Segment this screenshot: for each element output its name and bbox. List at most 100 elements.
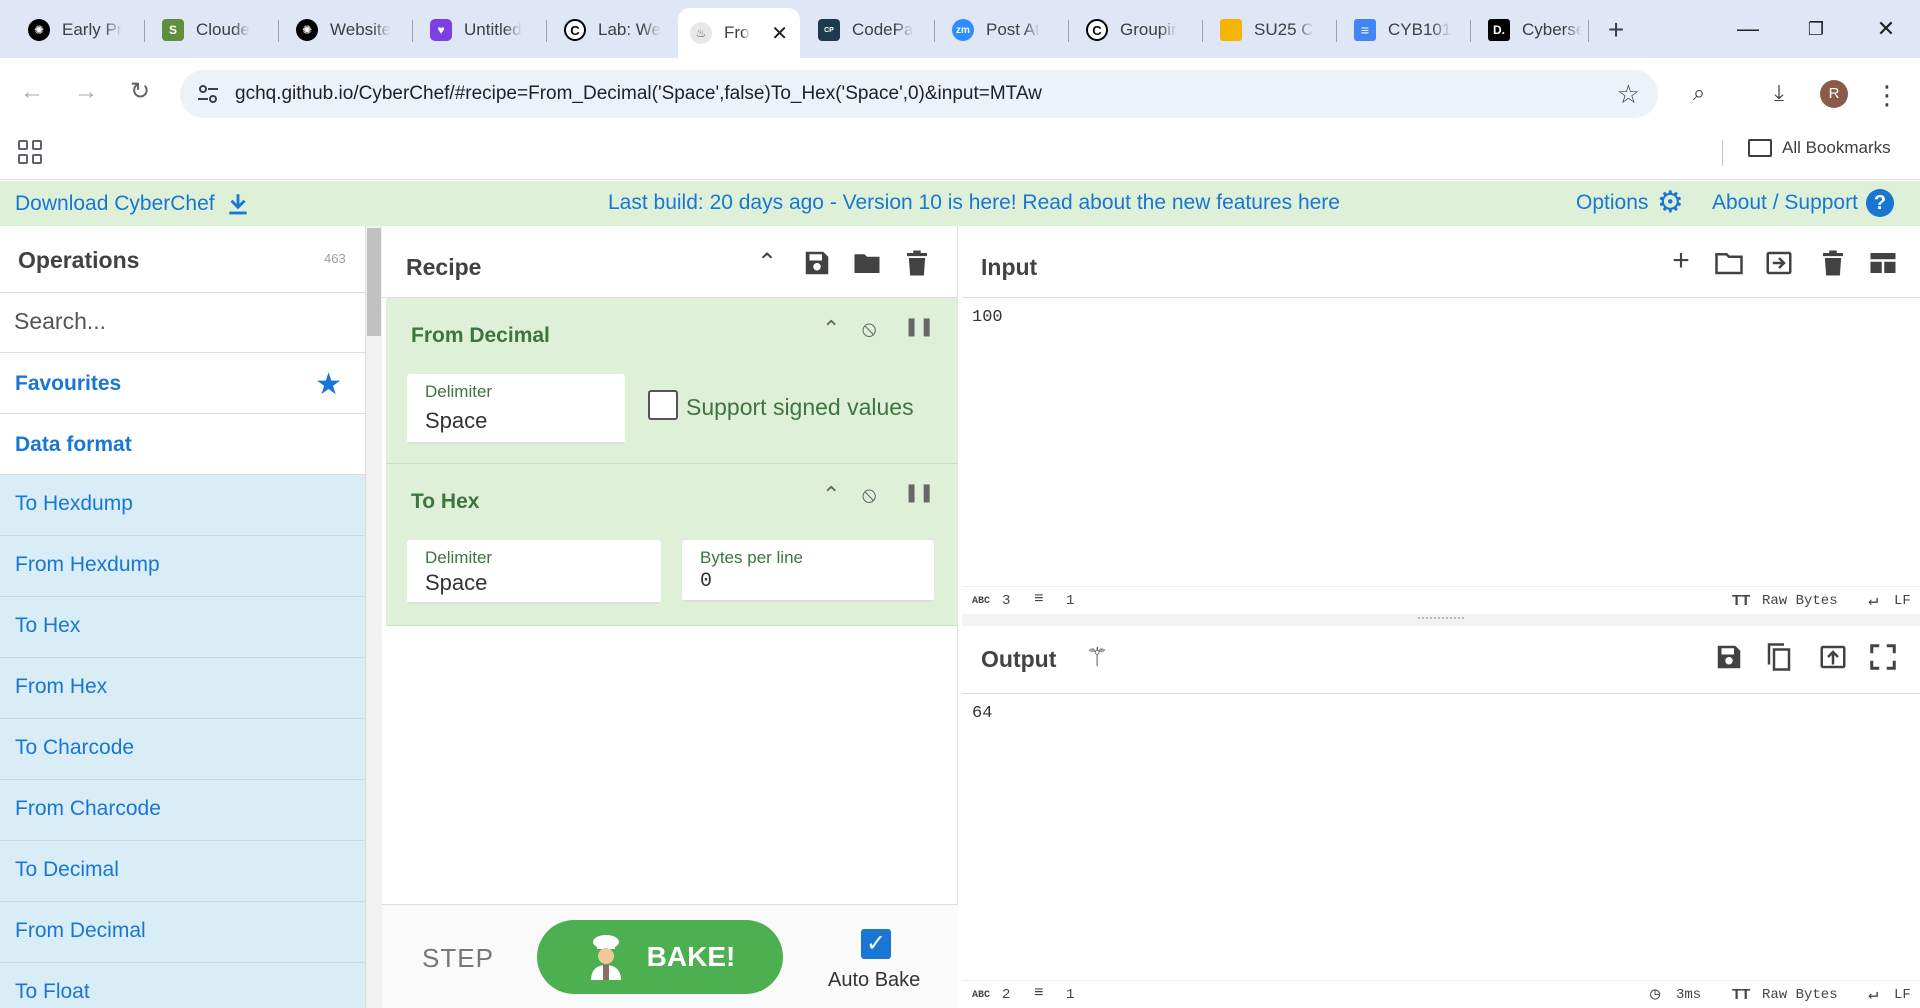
operations-scrollbar[interactable] — [366, 226, 382, 1008]
recipe-op-from-decimal[interactable]: From Decimal ⌃ ⦸ ❚❚ Delimiter Space Supp… — [386, 298, 958, 464]
op-to-hex[interactable]: To Hex — [0, 597, 365, 658]
tab-groupir[interactable]: C Groupir — [1074, 10, 1200, 50]
tab-early-pr[interactable]: ✺ Early Pr — [16, 10, 142, 50]
clear-recipe-trash-icon[interactable] — [902, 248, 932, 278]
address-bar[interactable]: gchq.github.io/CyberChef/#recipe=From_De… — [180, 70, 1658, 118]
op-to-charcode[interactable]: To Charcode — [0, 719, 365, 780]
replace-input-icon[interactable] — [1818, 642, 1848, 672]
tab-lab[interactable]: C Lab: We — [552, 10, 678, 50]
encoding-icon[interactable]: TT — [1732, 592, 1750, 609]
layout-icon[interactable] — [1868, 248, 1898, 278]
restore-icon[interactable]: ❐ — [1796, 12, 1836, 46]
slides-icon — [1220, 19, 1242, 41]
avatar[interactable]: R — [1820, 80, 1848, 108]
op-from-charcode[interactable]: From Charcode — [0, 780, 365, 841]
tab-codepa[interactable]: CP CodePa — [806, 10, 932, 50]
save-output-icon[interactable] — [1714, 642, 1744, 672]
new-tab-icon[interactable]: + — [1600, 14, 1632, 46]
input-char-count: 3 — [1002, 593, 1011, 609]
tab-post-at[interactable]: zm Post At — [940, 10, 1066, 50]
site-settings-icon[interactable] — [196, 82, 220, 106]
lens-search-icon[interactable]: ⌕ — [1684, 80, 1714, 110]
tab-cyberchef-active[interactable]: ♨ Fro ✕ — [678, 8, 800, 58]
pause-icon[interactable]: ❚❚ — [904, 316, 934, 337]
tab-label: SU25 C — [1254, 20, 1314, 39]
save-recipe-icon[interactable] — [802, 248, 832, 278]
input-status-bar: ABC 3 ≡ 1 TT Raw Bytes ↵ LF — [962, 586, 1920, 614]
input-textarea[interactable]: 100 — [972, 308, 1003, 327]
download-cyberchef-link[interactable]: Download CyberChef — [15, 191, 251, 217]
char-count-icon: ABC — [972, 596, 991, 607]
disable-icon[interactable]: ⦸ — [862, 316, 876, 342]
tab-label: Early Pr — [62, 20, 123, 39]
category-data-format[interactable]: Data format — [0, 414, 365, 475]
chevron-up-icon[interactable]: ⌃ — [752, 248, 782, 278]
input-title: Input — [981, 254, 1038, 280]
pause-icon[interactable]: ❚❚ — [904, 482, 934, 503]
search-input[interactable] — [0, 293, 340, 349]
options-button[interactable]: Options ⚙ — [1576, 188, 1684, 218]
input-encoding[interactable]: Raw Bytes — [1762, 593, 1838, 609]
download-icon[interactable]: ⤓ — [1764, 80, 1794, 110]
encoding-icon[interactable]: TT — [1732, 986, 1750, 1003]
delimiter-field[interactable]: Delimiter Space — [407, 540, 661, 604]
output-eol[interactable]: LF — [1894, 987, 1911, 1003]
op-from-hexdump[interactable]: From Hexdump — [0, 536, 365, 597]
bake-label: BAKE! — [646, 941, 736, 972]
op-from-hex[interactable]: From Hex — [0, 658, 365, 719]
op-to-float[interactable]: To Float — [0, 963, 365, 1008]
collapse-chevron-icon[interactable]: ⌃ — [822, 316, 840, 342]
about-support-button[interactable]: About / Support ? — [1712, 189, 1894, 217]
minimize-icon[interactable]: — — [1728, 12, 1768, 46]
disable-icon[interactable]: ⦸ — [862, 482, 876, 508]
output-text[interactable]: 64 — [972, 704, 992, 723]
reload-icon[interactable]: ↻ — [124, 76, 156, 108]
bytes-per-line-field[interactable]: Bytes per line 0 — [682, 540, 934, 602]
bake-button[interactable]: BAKE! — [537, 920, 783, 994]
forward-icon[interactable]: → — [70, 76, 102, 108]
close-tab-icon[interactable]: ✕ — [771, 21, 788, 46]
magic-wand-icon[interactable]: ⚚ — [1082, 642, 1112, 672]
tab-cloude[interactable]: S Cloude — [150, 10, 276, 50]
step-button[interactable]: STEP — [422, 943, 494, 974]
add-tab-plus-icon[interactable]: + — [1666, 244, 1696, 277]
field-value: Space — [425, 408, 488, 433]
signed-values-checkbox[interactable] — [648, 390, 678, 420]
tab-strip: ✺ Early Pr S Cloude ✺ Website ♥ Untitled… — [0, 0, 1920, 58]
tab-cyb101[interactable]: ≡ CYB101 — [1342, 10, 1468, 50]
recipe-op-to-hex[interactable]: To Hex ⌃ ⦸ ❚❚ Delimiter Space Bytes per … — [386, 464, 958, 626]
tab-website[interactable]: ✺ Website — [284, 10, 410, 50]
operations-list: To Hexdump From Hexdump To Hex From Hex … — [0, 475, 365, 1008]
menu-kebab-icon[interactable]: ⋮ — [1872, 80, 1902, 110]
back-icon[interactable]: ← — [16, 76, 48, 108]
bookmark-star-icon[interactable]: ☆ — [1617, 79, 1640, 110]
open-file-input-icon[interactable] — [1764, 248, 1794, 278]
tab-cyberse[interactable]: D. Cyberse — [1476, 10, 1594, 50]
open-folder-icon[interactable] — [1714, 248, 1744, 278]
tab-label: CYB101 — [1388, 20, 1452, 39]
input-eol[interactable]: LF — [1894, 593, 1911, 609]
download-arrow-icon — [228, 194, 247, 215]
delimiter-field[interactable]: Delimiter Space — [407, 374, 625, 444]
category-favourites[interactable]: Favourites ★ — [0, 353, 365, 414]
maximise-icon[interactable] — [1868, 642, 1898, 672]
op-to-hexdump[interactable]: To Hexdump — [0, 475, 365, 536]
output-encoding[interactable]: Raw Bytes — [1762, 987, 1838, 1003]
apps-grid-icon[interactable] — [18, 140, 42, 164]
close-window-icon[interactable]: ✕ — [1866, 12, 1906, 46]
copy-output-icon[interactable] — [1764, 642, 1794, 672]
op-from-decimal[interactable]: From Decimal — [0, 902, 365, 963]
lines-icon: ≡ — [1034, 590, 1044, 608]
tab-untitled[interactable]: ♥ Untitled — [418, 10, 544, 50]
build-message-link[interactable]: Last build: 20 days ago - Version 10 is … — [608, 191, 1340, 215]
cyberchef-icon: ♨ — [690, 22, 712, 44]
all-bookmarks-button[interactable]: All Bookmarks — [1748, 138, 1891, 158]
url-text[interactable]: gchq.github.io/CyberChef/#recipe=From_De… — [235, 83, 1042, 105]
op-to-decimal[interactable]: To Decimal — [0, 841, 365, 902]
auto-bake-checkbox[interactable]: ✓ — [861, 929, 891, 959]
load-recipe-folder-icon[interactable] — [852, 248, 882, 278]
collapse-chevron-icon[interactable]: ⌃ — [822, 482, 840, 508]
io-resize-handle[interactable] — [962, 614, 1920, 626]
tab-su25[interactable]: SU25 C — [1208, 10, 1334, 50]
clear-input-trash-icon[interactable] — [1818, 248, 1848, 278]
